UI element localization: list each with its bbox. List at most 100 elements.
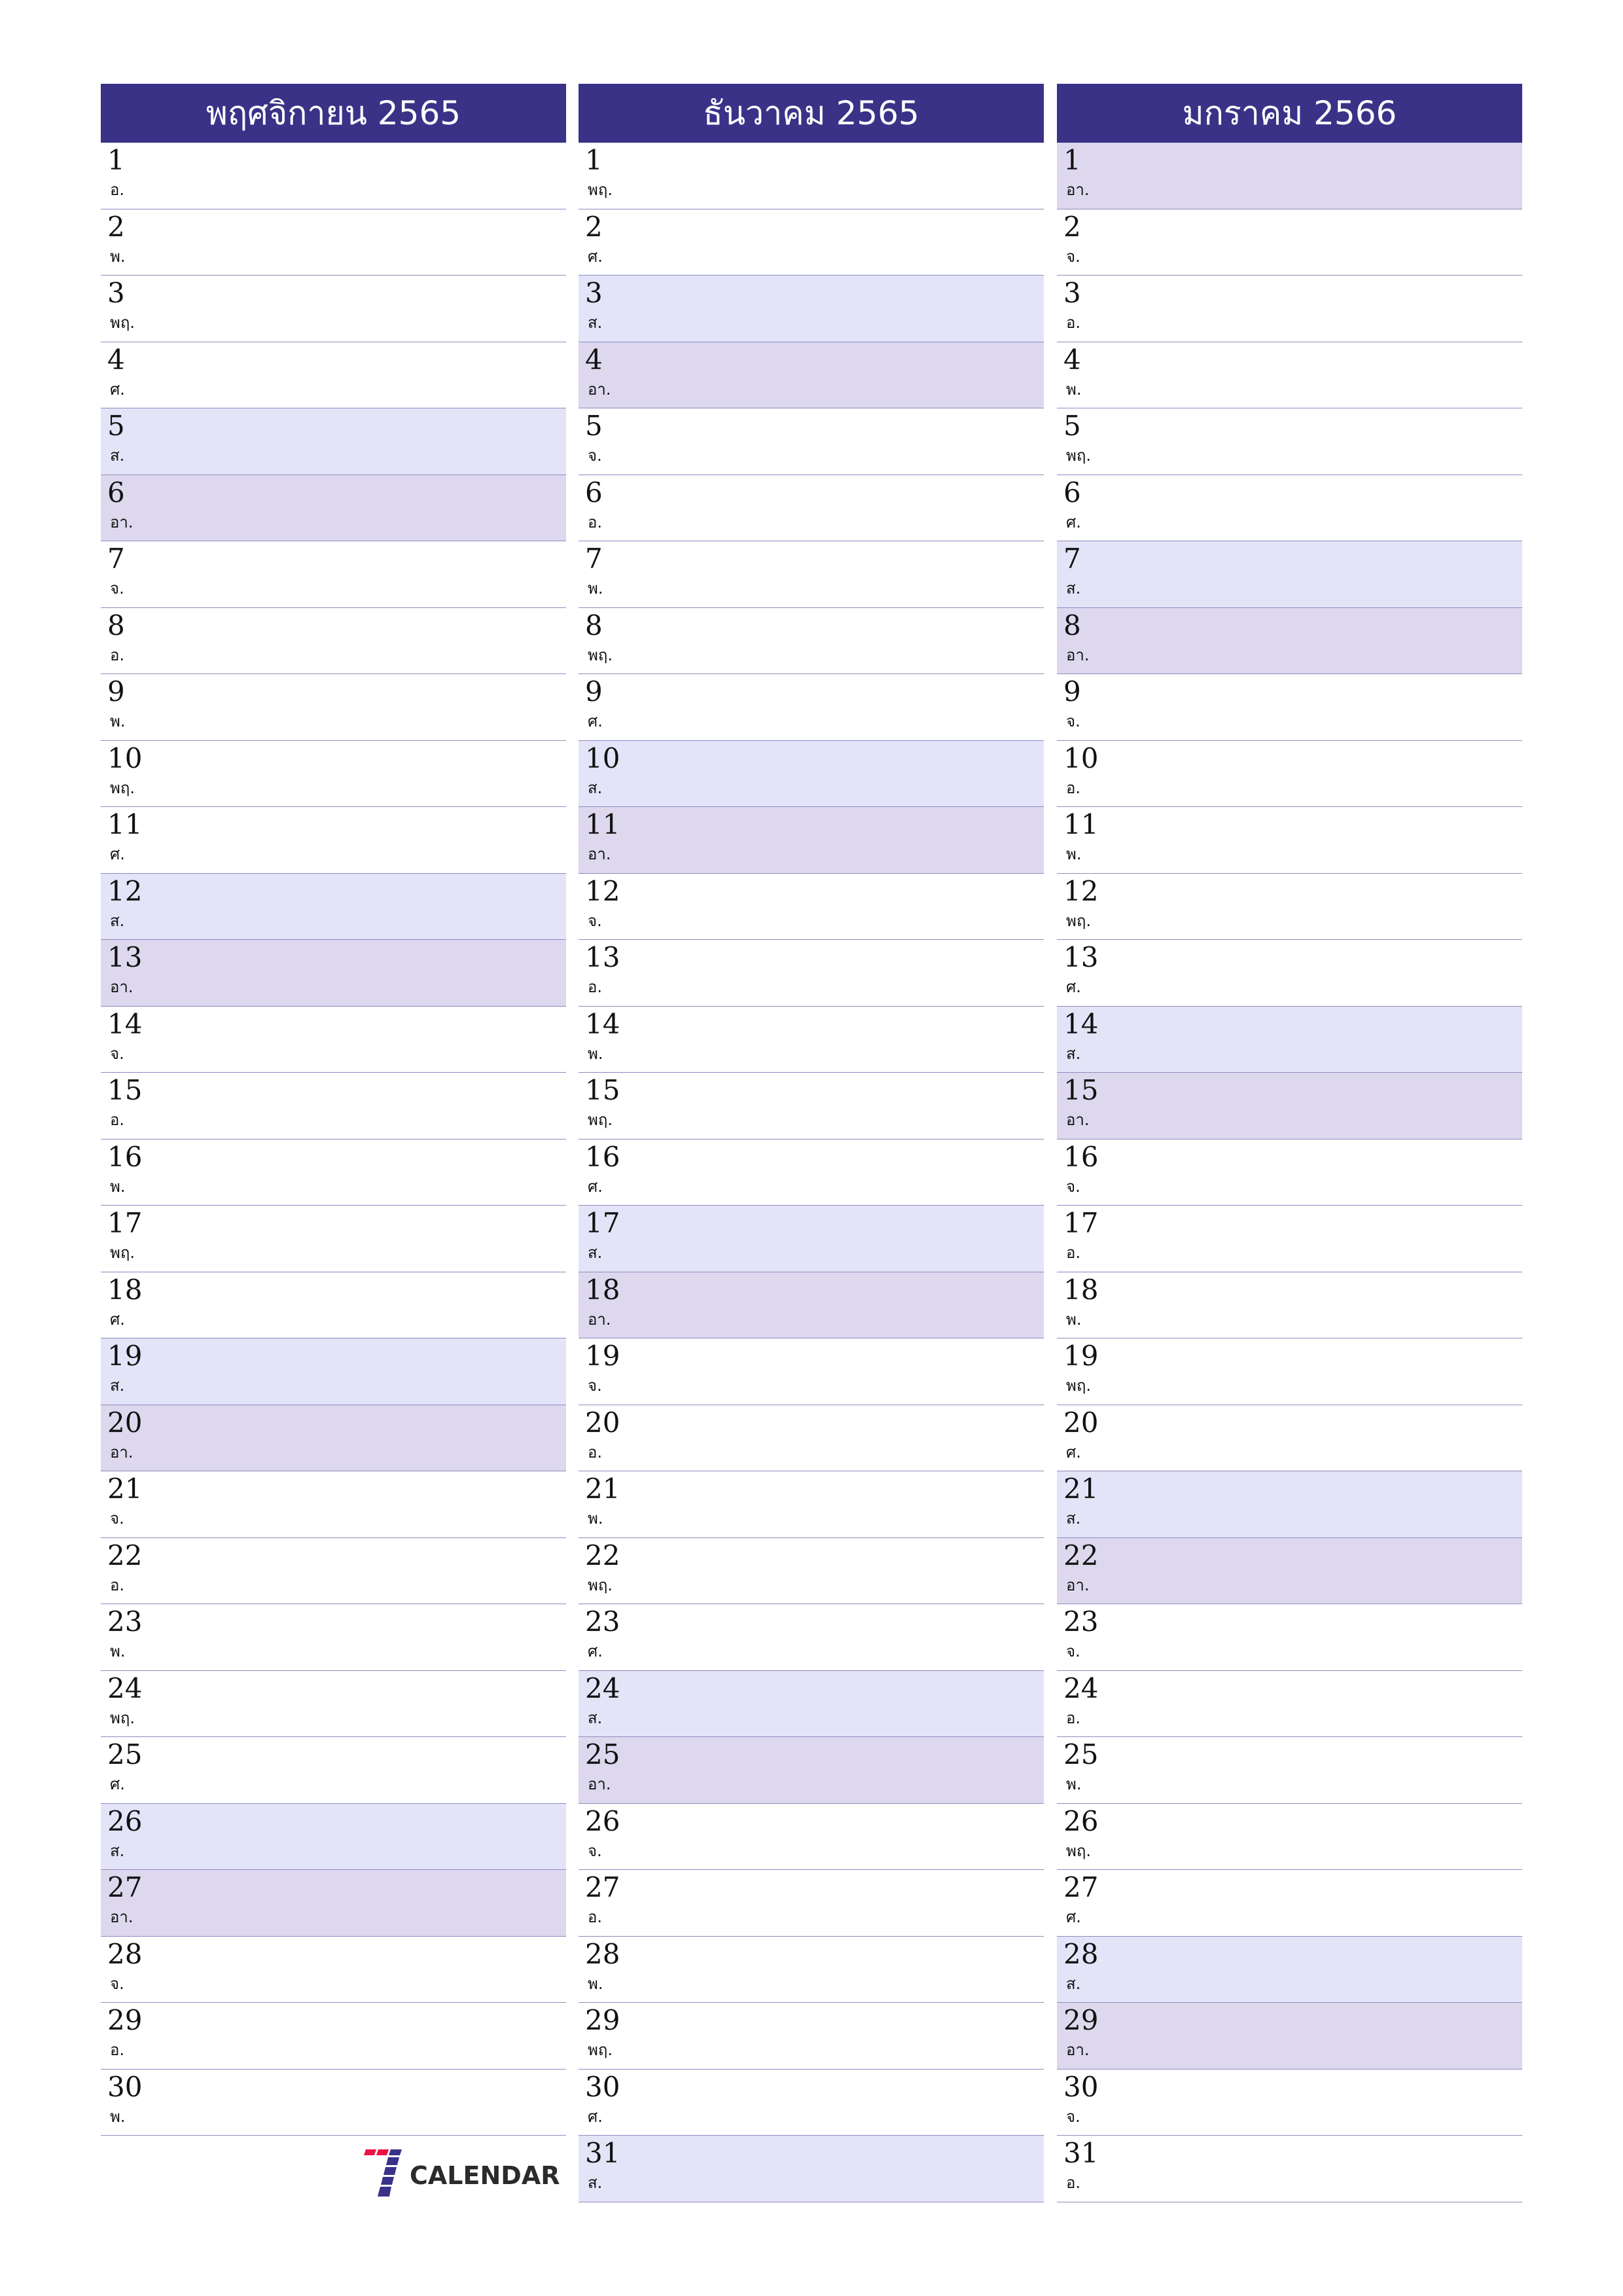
day-row: 24 ส.: [579, 1670, 1044, 1737]
day-row: 19 จ.: [579, 1338, 1044, 1405]
weekday-label: ศ.: [588, 712, 603, 730]
weekday-label: อา.: [110, 1908, 134, 1926]
day-number: 31: [585, 2137, 620, 2169]
day-row: 24 พฤ.: [101, 1670, 566, 1737]
day-number: 8: [585, 609, 603, 641]
weekday-label: อ.: [110, 645, 125, 664]
day-row: 1 พฤ.: [579, 143, 1044, 209]
weekday-label: อา.: [110, 978, 134, 996]
day-number: 1: [585, 144, 603, 176]
day-number: 29: [1063, 2004, 1099, 2036]
weekday-label: ศ.: [110, 845, 125, 863]
day-number: 21: [107, 1473, 143, 1505]
weekday-label: จ.: [1066, 247, 1080, 266]
day-row: 30 จ.: [1057, 2069, 1522, 2136]
day-row: 20 อ.: [579, 1405, 1044, 1471]
day-number: 28: [1063, 1937, 1099, 1970]
day-row: 17 พฤ.: [101, 1206, 566, 1272]
day-number: 26: [1063, 1804, 1099, 1837]
weekday-label: พฤ.: [588, 1111, 613, 1129]
day-row: 23 จ.: [1057, 1604, 1522, 1671]
weekday-label: ศ.: [588, 2107, 603, 2126]
weekday-label: อา.: [588, 845, 611, 863]
day-number: 19: [585, 1340, 620, 1372]
day-row: 2 จ.: [1057, 209, 1522, 276]
day-row: 10 อ.: [1057, 740, 1522, 807]
day-row: 5 ส.: [101, 408, 566, 475]
weekday-label: ส.: [588, 1708, 603, 1727]
day-row: 26 พฤ.: [1057, 1803, 1522, 1870]
day-row: 27 อา.: [101, 1870, 566, 1937]
weekday-label: ศ.: [588, 247, 603, 266]
brand-logo: CALENDAR: [364, 2149, 560, 2199]
day-row: 31 ส.: [579, 2136, 1044, 2202]
weekday-label: พฤ.: [588, 645, 613, 664]
weekday-label: พ.: [1066, 380, 1082, 399]
day-row: 26 จ.: [579, 1803, 1044, 1870]
day-number: 2: [1063, 210, 1081, 243]
weekday-label: พ.: [588, 1974, 603, 1993]
day-number: 10: [107, 742, 143, 774]
day-number: 15: [585, 1074, 620, 1106]
day-row: 2 ศ.: [579, 209, 1044, 276]
day-number: 31: [1063, 2137, 1099, 2169]
weekday-label: อ.: [1066, 1244, 1081, 1262]
day-row: 27 อ.: [579, 1870, 1044, 1937]
day-row: 23 ศ.: [579, 1604, 1044, 1671]
weekday-label: จ.: [1066, 1642, 1080, 1660]
day-row: 27 ศ.: [1057, 1870, 1522, 1937]
weekday-label: ส.: [588, 314, 603, 332]
day-number: 9: [585, 675, 603, 708]
day-number: 17: [585, 1207, 620, 1239]
day-row: 15 อา.: [1057, 1073, 1522, 1139]
weekday-label: อา.: [588, 380, 611, 399]
weekday-label: อา.: [1066, 645, 1090, 664]
logo-text: CALENDAR: [410, 2161, 560, 2190]
day-number: 8: [107, 609, 125, 641]
day-row: 11 พ.: [1057, 807, 1522, 874]
day-row: 12 พฤ.: [1057, 873, 1522, 940]
weekday-label: อ.: [588, 512, 603, 531]
day-row: 4 พ.: [1057, 342, 1522, 408]
day-row: 14 จ.: [101, 1006, 566, 1073]
day-row: 17 ส.: [579, 1206, 1044, 1272]
month-title: มกราคม 2566: [1182, 94, 1397, 132]
day-number: 5: [1063, 410, 1081, 442]
day-row: 11 อา.: [579, 807, 1044, 874]
weekday-label: พ.: [588, 1509, 603, 1528]
day-number: 19: [107, 1340, 143, 1372]
day-number: 27: [107, 1871, 143, 1903]
day-row: 18 พ.: [1057, 1272, 1522, 1338]
weekday-label: จ.: [588, 1376, 602, 1395]
month-column-january: มกราคม 2566 1 อา. 2 จ. 3 อ. 4 พ. 5 พฤ. 6 ศ. 7 ส. 8 อา. 9…: [1057, 84, 1522, 2202]
month-header: มกราคม 2566: [1057, 84, 1522, 143]
weekday-label: ส.: [588, 1244, 603, 1262]
day-number: 11: [1063, 808, 1099, 840]
day-row: 1 อ.: [101, 143, 566, 209]
weekday-label: อา.: [1066, 181, 1090, 199]
day-row: 31 อ.: [1057, 2136, 1522, 2202]
weekday-label: อ.: [110, 1575, 125, 1594]
day-row: 12 ส.: [101, 873, 566, 940]
day-row: 7 ส.: [1057, 541, 1522, 608]
day-number: 10: [1063, 742, 1099, 774]
weekday-label: พฤ.: [1066, 911, 1091, 930]
day-row: 1 อา.: [1057, 143, 1522, 209]
month-header: ธันวาคม 2565: [579, 84, 1044, 143]
day-row: 13 ศ.: [1057, 940, 1522, 1007]
day-row: 10 พฤ.: [101, 740, 566, 807]
day-number: 17: [1063, 1207, 1099, 1239]
day-number: 6: [585, 476, 603, 509]
weekday-label: ส.: [1066, 1974, 1081, 1993]
day-number: 9: [107, 675, 125, 708]
day-number: 9: [1063, 675, 1081, 708]
day-number: 1: [1063, 144, 1081, 176]
day-row: 25 อา.: [579, 1737, 1044, 1804]
day-number: 13: [107, 941, 143, 973]
weekday-label: ส.: [110, 911, 125, 930]
day-row: 8 อา.: [1057, 607, 1522, 674]
day-row: 9 พ.: [101, 674, 566, 741]
weekday-label: จ.: [1066, 1177, 1080, 1196]
day-number: 4: [1063, 343, 1081, 376]
day-row: 10 ส.: [579, 740, 1044, 807]
